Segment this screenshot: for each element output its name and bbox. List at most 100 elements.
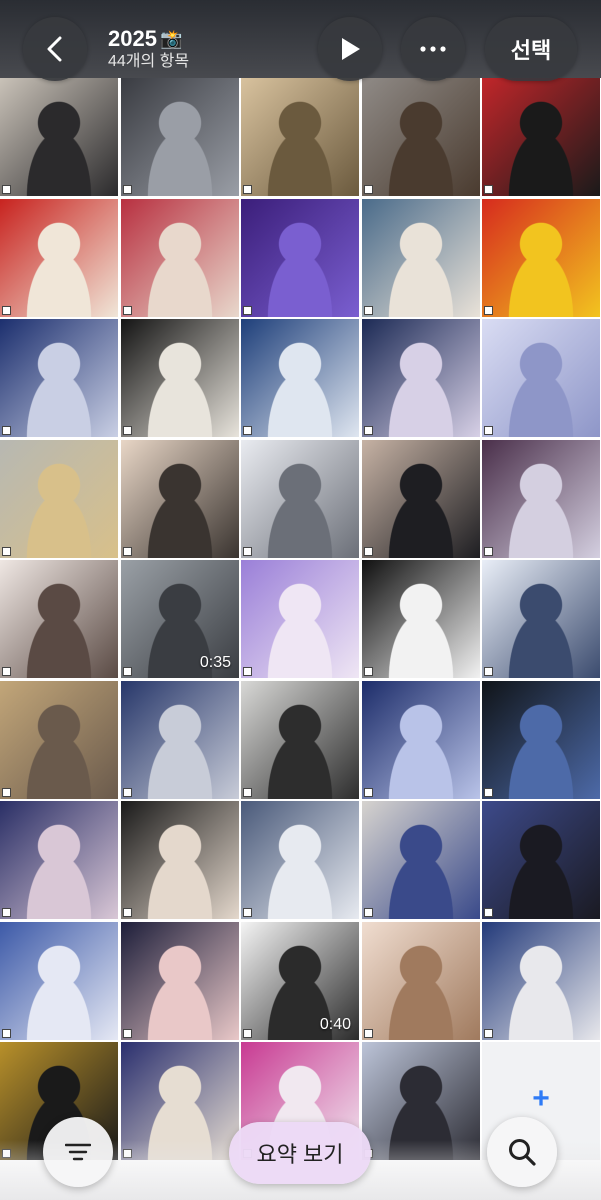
photo-thumbnail[interactable] — [482, 199, 600, 317]
file-badge-icon — [243, 788, 252, 797]
photo-thumbnail[interactable] — [482, 801, 600, 919]
photo-thumbnail[interactable] — [362, 922, 480, 1040]
search-button[interactable] — [487, 1117, 557, 1187]
file-badge-icon — [243, 306, 252, 315]
file-badge-icon — [484, 185, 493, 194]
photo-thumbnail[interactable] — [482, 560, 600, 678]
photo-thumbnail[interactable] — [121, 319, 239, 437]
photo-image — [241, 199, 359, 317]
file-badge-icon — [243, 667, 252, 676]
file-badge-icon — [484, 426, 493, 435]
photo-image — [482, 78, 600, 196]
photo-thumbnail[interactable] — [482, 78, 600, 196]
photo-thumbnail[interactable] — [241, 801, 359, 919]
camera-icon: 📸 — [159, 29, 183, 49]
file-badge-icon — [484, 908, 493, 917]
file-badge-icon — [2, 306, 11, 315]
photo-image — [121, 319, 239, 437]
photo-image — [121, 922, 239, 1040]
photo-image — [482, 199, 600, 317]
photo-thumbnail[interactable] — [121, 681, 239, 799]
file-badge-icon — [484, 306, 493, 315]
photo-thumbnail[interactable] — [0, 560, 118, 678]
photo-thumbnail[interactable]: 0:40 — [241, 922, 359, 1040]
photo-thumbnail[interactable] — [362, 440, 480, 558]
file-badge-icon — [364, 908, 373, 917]
photo-image — [0, 199, 118, 317]
photo-thumbnail[interactable] — [362, 78, 480, 196]
file-badge-icon — [364, 306, 373, 315]
slideshow-play-button[interactable] — [318, 17, 382, 81]
photo-image — [241, 560, 359, 678]
photo-thumbnail[interactable] — [482, 440, 600, 558]
file-badge-icon — [243, 1029, 252, 1038]
photo-thumbnail[interactable] — [482, 922, 600, 1040]
photo-image — [362, 199, 480, 317]
photo-thumbnail[interactable] — [121, 922, 239, 1040]
file-badge-icon — [2, 547, 11, 556]
file-badge-icon — [243, 908, 252, 917]
file-badge-icon — [364, 788, 373, 797]
file-badge-icon — [2, 908, 11, 917]
album-title-block: 2025 📸 44개의 항목 — [108, 26, 189, 72]
photo-thumbnail[interactable] — [362, 681, 480, 799]
photo-thumbnail[interactable] — [362, 560, 480, 678]
file-badge-icon — [364, 667, 373, 676]
photo-image — [0, 801, 118, 919]
photo-image — [241, 78, 359, 196]
file-badge-icon — [123, 426, 132, 435]
photo-image — [482, 922, 600, 1040]
photo-thumbnail[interactable] — [241, 440, 359, 558]
photo-thumbnail[interactable] — [0, 440, 118, 558]
file-badge-icon — [123, 185, 132, 194]
photo-thumbnail[interactable] — [121, 78, 239, 196]
select-button[interactable]: 선택 — [485, 17, 577, 81]
photo-image — [241, 319, 359, 437]
photo-thumbnail[interactable] — [121, 199, 239, 317]
filter-button[interactable] — [43, 1117, 113, 1187]
photo-image — [241, 681, 359, 799]
photo-image — [0, 78, 118, 196]
file-badge-icon — [2, 185, 11, 194]
photo-thumbnail[interactable] — [241, 681, 359, 799]
photo-image — [241, 801, 359, 919]
photo-thumbnail[interactable] — [121, 801, 239, 919]
file-badge-icon — [243, 426, 252, 435]
file-badge-icon — [484, 788, 493, 797]
filter-icon — [65, 1143, 91, 1161]
photo-thumbnail[interactable] — [362, 199, 480, 317]
photo-thumbnail[interactable] — [0, 681, 118, 799]
file-badge-icon — [484, 667, 493, 676]
file-badge-icon — [123, 306, 132, 315]
summary-view-button[interactable]: 요약 보기 — [229, 1122, 371, 1184]
photo-image — [362, 78, 480, 196]
photo-image — [482, 440, 600, 558]
photo-thumbnail[interactable] — [362, 319, 480, 437]
photo-thumbnail[interactable] — [241, 319, 359, 437]
photo-thumbnail[interactable] — [0, 78, 118, 196]
photo-image — [0, 560, 118, 678]
photo-thumbnail[interactable] — [0, 319, 118, 437]
photo-image — [0, 681, 118, 799]
photo-thumbnail[interactable] — [362, 801, 480, 919]
back-button[interactable] — [23, 17, 87, 81]
photo-thumbnail[interactable] — [0, 199, 118, 317]
file-badge-icon — [2, 1029, 11, 1038]
photo-thumbnail[interactable] — [482, 319, 600, 437]
photo-image — [121, 801, 239, 919]
album-header: 2025 📸 44개의 항목 선택 — [0, 0, 601, 81]
photo-thumbnail[interactable] — [241, 78, 359, 196]
photo-thumbnail[interactable]: 0:35 — [121, 560, 239, 678]
more-options-button[interactable] — [401, 17, 465, 81]
album-title: 2025 📸 — [108, 26, 189, 52]
photo-image — [482, 681, 600, 799]
photo-thumbnail[interactable] — [482, 681, 600, 799]
file-badge-icon — [2, 788, 11, 797]
photo-thumbnail[interactable] — [241, 199, 359, 317]
file-badge-icon — [364, 426, 373, 435]
photo-image — [121, 199, 239, 317]
photo-thumbnail[interactable] — [0, 922, 118, 1040]
photo-thumbnail[interactable] — [0, 801, 118, 919]
photo-thumbnail[interactable] — [241, 560, 359, 678]
photo-thumbnail[interactable] — [121, 440, 239, 558]
